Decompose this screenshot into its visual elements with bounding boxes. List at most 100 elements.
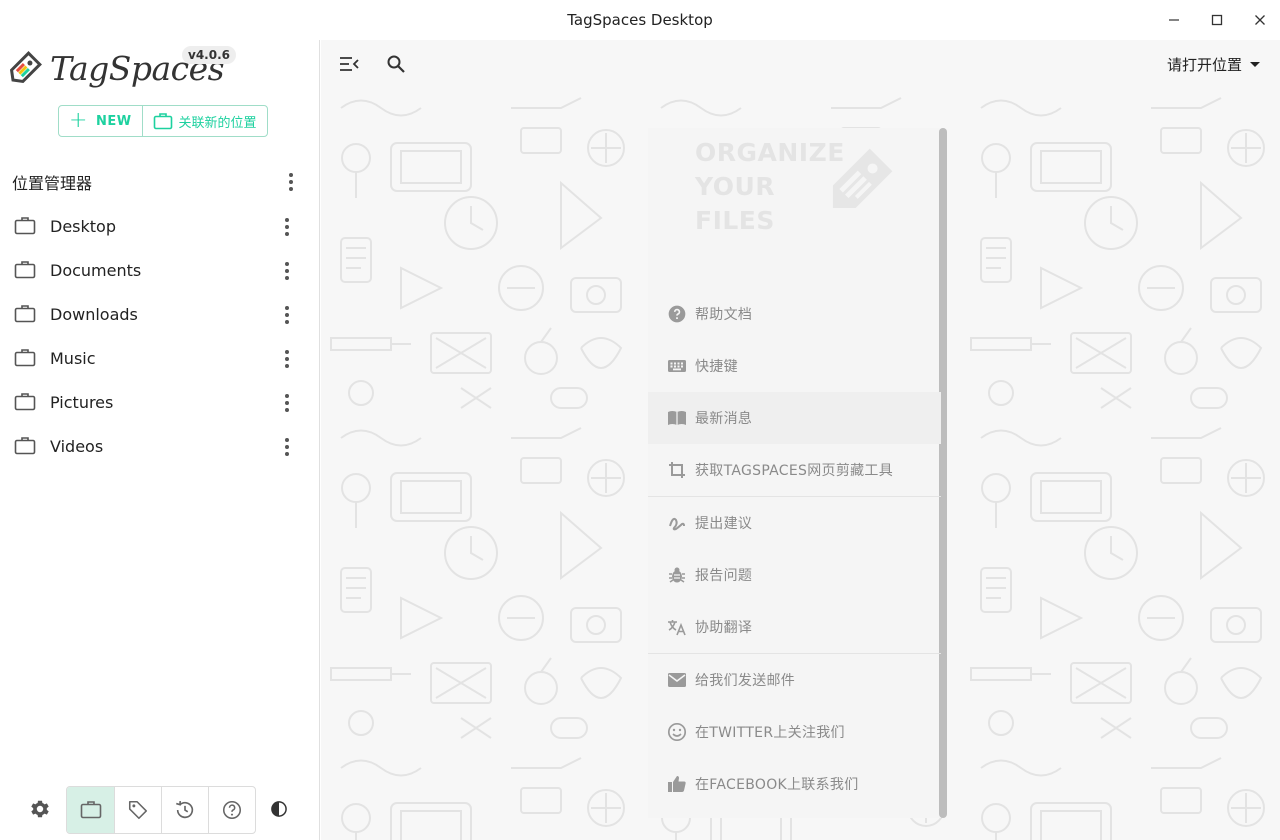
minimize-icon — [1169, 19, 1179, 21]
locations-tab[interactable] — [67, 787, 114, 833]
location-item-downloads[interactable]: Downloads — [0, 293, 320, 337]
history-tab[interactable] — [161, 787, 208, 833]
briefcase-icon — [14, 305, 36, 323]
news-menu-item[interactable]: 最新消息 — [648, 392, 941, 444]
welcome-menu: 帮助文档 快捷键 最新消息 获取TAGSPACES网页剪藏工具 提出建议 报告问… — [648, 288, 941, 810]
location-item-pictures[interactable]: Pictures — [0, 381, 320, 425]
new-button[interactable]: + NEW — [59, 106, 142, 136]
contrast-icon — [271, 801, 287, 817]
briefcase-icon — [14, 437, 36, 455]
sidebar-bottom-bar — [0, 786, 320, 834]
menu-item-label: 帮助文档 — [695, 307, 753, 323]
new-button-label: NEW — [95, 113, 132, 129]
open-location-label: 请打开位置 — [1166, 56, 1242, 74]
tag-logo-watermark-icon — [832, 148, 893, 209]
window-title: TagSpaces Desktop — [567, 11, 713, 29]
shortcuts-menu-item[interactable]: 快捷键 — [648, 340, 941, 392]
theme-toggle-button[interactable] — [266, 786, 292, 832]
thumb-up-icon — [666, 773, 688, 795]
location-list: Desktop Documents Downloads Music Pictur… — [0, 205, 320, 469]
report-issue-menu-item[interactable]: 报告问题 — [648, 549, 941, 601]
smiley-icon — [666, 721, 688, 743]
book-icon — [666, 407, 688, 429]
suggest-feature-menu-item[interactable]: 提出建议 — [648, 497, 941, 549]
sidebar: TagSpaces v4.0.6 + NEW 关联新的位置 位置管理器 Desk… — [0, 40, 320, 840]
search-button[interactable] — [384, 52, 408, 76]
menu-item-label: 在FACEBOOK上联系我们 — [695, 777, 859, 793]
location-item-music[interactable]: Music — [0, 337, 320, 381]
menu-item-label: 报告问题 — [695, 568, 753, 584]
menu-item-label: 给我们发送邮件 — [695, 673, 796, 689]
location-menu-button[interactable] — [275, 435, 299, 459]
briefcase-icon — [153, 113, 172, 130]
menu-item-label: 提出建议 — [695, 516, 753, 532]
briefcase-icon — [14, 349, 36, 367]
location-label: Desktop — [50, 217, 116, 236]
web-clipper-menu-item[interactable]: 获取TAGSPACES网页剪藏工具 — [648, 444, 941, 496]
contact-facebook-menu-item[interactable]: 在FACEBOOK上联系我们 — [648, 758, 941, 810]
menu-item-label: 最新消息 — [695, 411, 753, 427]
location-manager-menu-button[interactable] — [279, 170, 303, 194]
email-us-menu-item[interactable]: 给我们发送邮件 — [648, 654, 941, 706]
briefcase-icon — [14, 261, 36, 279]
plus-icon: + — [69, 108, 88, 133]
maximize-icon — [1211, 14, 1223, 26]
keyboard-icon — [666, 355, 688, 377]
search-icon — [387, 55, 405, 73]
location-label: Videos — [50, 437, 104, 456]
link-new-location-button[interactable]: 关联新的位置 — [141, 106, 267, 136]
translate-icon — [666, 616, 688, 638]
gear-icon — [31, 800, 49, 818]
toggle-sidebar-button[interactable] — [337, 52, 361, 76]
location-item-videos[interactable]: Videos — [0, 425, 320, 469]
help-docs-menu-item[interactable]: 帮助文档 — [648, 288, 941, 340]
location-menu-button[interactable] — [275, 391, 299, 415]
help-tab[interactable] — [208, 787, 255, 833]
main-area: 请打开位置 ORGANIZE YOUR FILES 帮助文档 快捷键 最新消息 … — [321, 40, 1280, 840]
briefcase-icon — [14, 217, 36, 235]
follow-twitter-menu-item[interactable]: 在TWITTER上关注我们 — [648, 706, 941, 758]
menu-item-label: 协助翻译 — [695, 620, 753, 636]
version-badge: v4.0.6 — [182, 46, 236, 64]
location-manager-header: 位置管理器 — [12, 168, 308, 196]
help-circle-icon — [666, 303, 688, 325]
help-translate-menu-item[interactable]: 协助翻译 — [648, 601, 941, 653]
location-item-desktop[interactable]: Desktop — [0, 205, 320, 249]
close-button[interactable] — [1248, 8, 1272, 32]
link-new-location-label: 关联新的位置 — [178, 115, 257, 131]
close-icon — [1255, 15, 1265, 25]
briefcase-icon — [80, 801, 101, 819]
tags-tab[interactable] — [114, 787, 161, 833]
location-label: Downloads — [50, 305, 138, 324]
title-bar: TagSpaces Desktop — [0, 0, 1280, 40]
menu-item-label: 快捷键 — [695, 359, 738, 375]
maximize-button[interactable] — [1205, 8, 1229, 32]
caret-down-icon — [1250, 62, 1260, 67]
bug-icon — [666, 564, 688, 586]
menu-open-icon — [340, 57, 359, 71]
location-label: Pictures — [50, 393, 114, 412]
location-menu-button[interactable] — [275, 215, 299, 239]
location-menu-button[interactable] — [275, 303, 299, 327]
tag-icon — [128, 800, 148, 820]
main-toolbar: 请打开位置 — [321, 40, 1280, 88]
create-button-group: + NEW 关联新的位置 — [58, 105, 268, 137]
menu-item-label: 在TWITTER上关注我们 — [695, 725, 845, 741]
perspective-switcher — [66, 786, 256, 834]
email-icon — [666, 669, 688, 691]
help-circle-icon — [222, 800, 242, 820]
tagspaces-logo-icon — [9, 51, 42, 84]
crop-icon — [666, 459, 688, 481]
settings-button[interactable] — [26, 786, 54, 832]
location-label: Documents — [50, 261, 142, 280]
location-menu-button[interactable] — [275, 259, 299, 283]
location-item-documents[interactable]: Documents — [0, 249, 320, 293]
location-manager-title: 位置管理器 — [12, 174, 93, 193]
open-location-dropdown[interactable]: 请打开位置 — [1167, 54, 1260, 75]
minimize-button[interactable] — [1162, 8, 1186, 32]
gesture-icon — [666, 512, 688, 534]
briefcase-icon — [14, 393, 36, 411]
location-label: Music — [50, 349, 96, 368]
location-menu-button[interactable] — [275, 347, 299, 371]
menu-item-label: 获取TAGSPACES网页剪藏工具 — [695, 463, 894, 479]
